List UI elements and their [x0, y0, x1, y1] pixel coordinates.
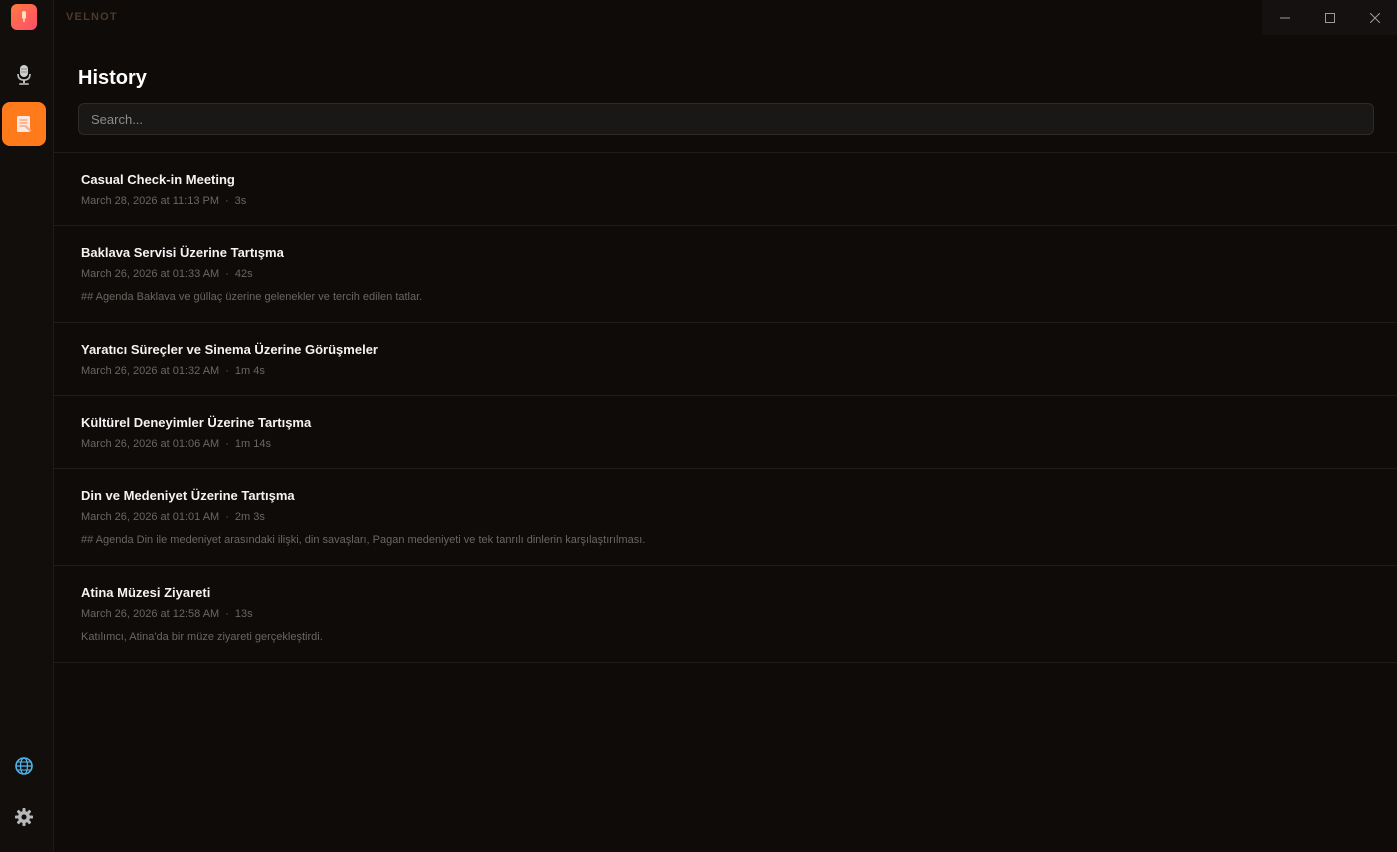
- sidebar-item-language[interactable]: [2, 744, 46, 788]
- history-item-meta: March 26, 2026 at 01:01 AM · 2m 3s: [81, 511, 265, 523]
- history-item-title: Baklava Servisi Üzerine Tartışma: [81, 245, 284, 260]
- history-item-duration: 1m 14s: [234, 438, 271, 450]
- history-item-title: Atina Müzesi Ziyareti: [81, 585, 211, 600]
- history-item-meta: March 26, 2026 at 01:32 AM · 1m 4s: [81, 365, 265, 377]
- gear-icon: [15, 808, 33, 826]
- globe-icon: [15, 757, 33, 775]
- history-item-title: Casual Check-in Meeting: [81, 172, 235, 187]
- search-input[interactable]: [78, 103, 1374, 135]
- history-item[interactable]: Baklava Servisi Üzerine Tartışma March 2…: [54, 226, 1397, 323]
- history-item[interactable]: Casual Check-in Meeting March 28, 2026 a…: [54, 153, 1397, 226]
- history-item[interactable]: Kültürel Deneyimler Üzerine Tartışma Mar…: [54, 396, 1397, 469]
- history-item-duration: 2m 3s: [234, 511, 265, 523]
- main-content: History Casual Check-in Meeting March 28…: [54, 0, 1397, 852]
- sidebar: [0, 0, 54, 852]
- history-item-duration: 3s: [234, 195, 247, 207]
- app-logo: [11, 4, 37, 30]
- history-item[interactable]: Yaratıcı Süreçler ve Sinema Üzerine Görü…: [54, 323, 1397, 396]
- history-item-preview: Katılımcı, Atina'da bir müze ziyareti ge…: [81, 631, 323, 643]
- history-item-title: Din ve Medeniyet Üzerine Tartışma: [81, 488, 295, 503]
- history-item-date: March 26, 2026 at 12:58 AM: [81, 608, 220, 620]
- history-item[interactable]: Atina Müzesi Ziyareti March 26, 2026 at …: [54, 566, 1397, 663]
- sidebar-item-settings[interactable]: [2, 795, 46, 839]
- page-title: History: [78, 67, 147, 89]
- history-item-title: Yaratıcı Süreçler ve Sinema Üzerine Görü…: [81, 342, 378, 357]
- sidebar-item-history[interactable]: [2, 102, 46, 146]
- history-item-preview: ## Agenda Baklava ve güllaç üzerine gele…: [81, 291, 423, 303]
- history-item-meta: March 26, 2026 at 01:33 AM · 42s: [81, 268, 253, 280]
- history-item-date: March 26, 2026 at 01:32 AM: [81, 365, 220, 377]
- history-item-date: March 28, 2026 at 11:13 PM: [81, 195, 219, 207]
- history-item-date: March 26, 2026 at 01:33 AM: [81, 268, 220, 280]
- history-item-date: March 26, 2026 at 01:01 AM: [81, 511, 220, 523]
- history-item-duration: 1m 4s: [234, 365, 265, 377]
- app-window: VELNOT History Casual Check-in Meeting: [0, 0, 1397, 852]
- history-list: Casual Check-in Meeting March 28, 2026 a…: [54, 152, 1397, 663]
- history-item-preview: ## Agenda Din ile medeniyet arasındaki i…: [81, 534, 646, 546]
- sidebar-item-record[interactable]: [2, 53, 46, 97]
- history-item-title: Kültürel Deneyimler Üzerine Tartışma: [81, 415, 312, 430]
- microphone-icon: [17, 65, 31, 85]
- history-item[interactable]: Din ve Medeniyet Üzerine Tartışma March …: [54, 469, 1397, 566]
- history-item-duration: 42s: [234, 268, 253, 280]
- history-item-duration: 13s: [234, 608, 253, 620]
- history-item-meta: March 26, 2026 at 01:06 AM · 1m 14s: [81, 438, 271, 450]
- microphone-logo-icon: [22, 11, 26, 22]
- history-item-date: March 26, 2026 at 01:06 AM: [81, 438, 220, 450]
- history-item-meta: March 26, 2026 at 12:58 AM · 13s: [81, 608, 253, 620]
- history-item-meta: March 28, 2026 at 11:13 PM · 3s: [81, 195, 247, 207]
- notes-icon: [17, 116, 32, 132]
